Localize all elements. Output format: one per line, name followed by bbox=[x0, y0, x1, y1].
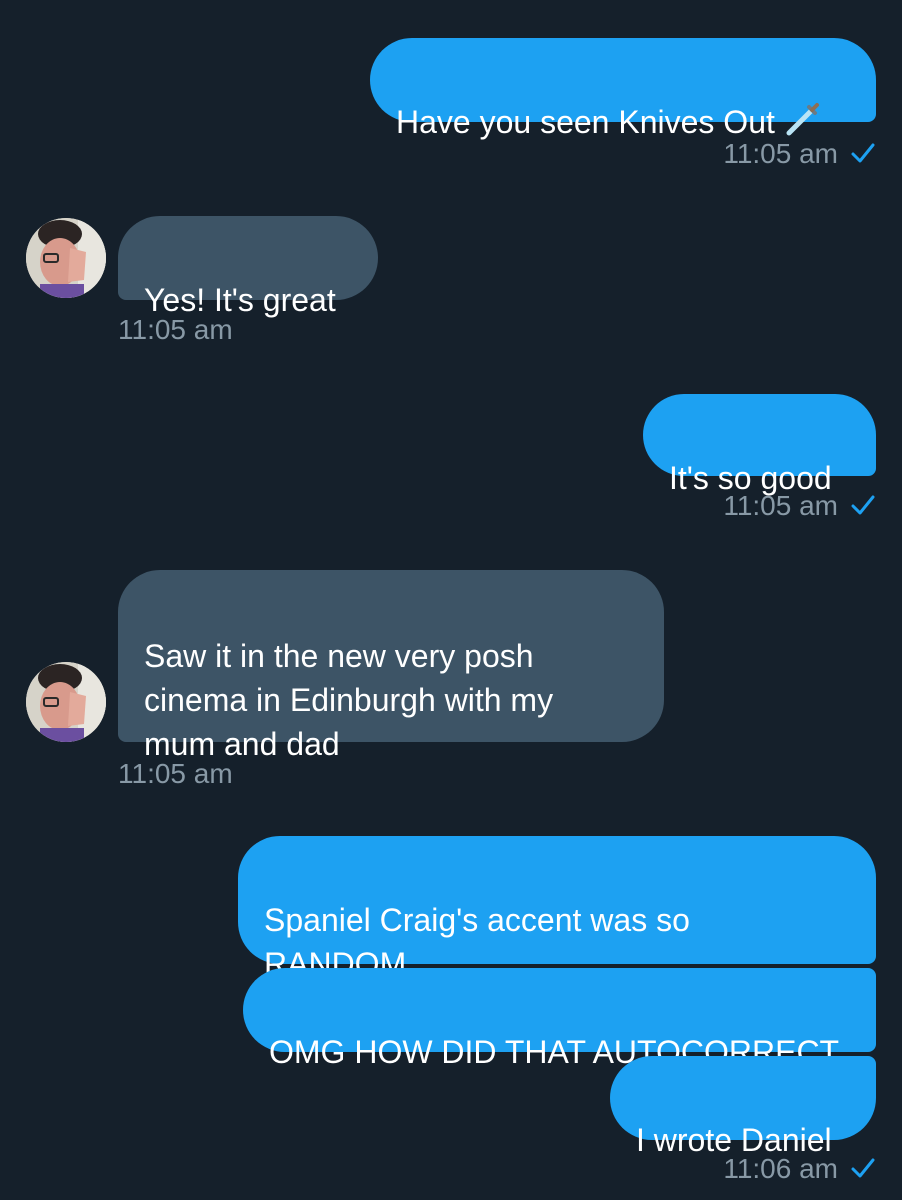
message-timestamp: 11:06 am bbox=[723, 1152, 876, 1186]
sent-message-bubble[interactable]: Spaniel Craig's accent was so RANDOM bbox=[238, 836, 876, 982]
message-timestamp: 11:05 am bbox=[118, 758, 233, 789]
message-timestamp: 11:05 am bbox=[723, 137, 876, 171]
dm-conversation: Have you seen Knives Out 11:05 am Yes! I… bbox=[0, 0, 902, 1200]
message-timestamp: 11:05 am bbox=[723, 489, 876, 523]
dagger-icon bbox=[783, 101, 821, 139]
sent-message-bubble[interactable]: OMG HOW DID THAT AUTOCORRECT bbox=[243, 968, 876, 1070]
message-text: Have you seen Knives Out bbox=[396, 104, 775, 140]
message-timestamp: 11:05 am bbox=[118, 314, 233, 345]
read-check-icon bbox=[851, 495, 875, 515]
received-message-bubble[interactable]: Saw it in the new very posh cinema in Ed… bbox=[118, 570, 664, 762]
sent-message-bubble[interactable]: It's so good bbox=[643, 394, 876, 496]
sent-message-bubble[interactable]: I wrote Daniel bbox=[610, 1056, 876, 1158]
read-check-icon bbox=[851, 1158, 875, 1178]
received-message-bubble[interactable]: Yes! It's great bbox=[118, 216, 378, 318]
contact-avatar[interactable] bbox=[26, 662, 106, 742]
sent-message-bubble[interactable]: Have you seen Knives Out bbox=[370, 38, 876, 140]
read-check-icon bbox=[851, 143, 875, 163]
message-text: Saw it in the new very posh cinema in Ed… bbox=[144, 638, 554, 762]
contact-avatar[interactable] bbox=[26, 218, 106, 298]
